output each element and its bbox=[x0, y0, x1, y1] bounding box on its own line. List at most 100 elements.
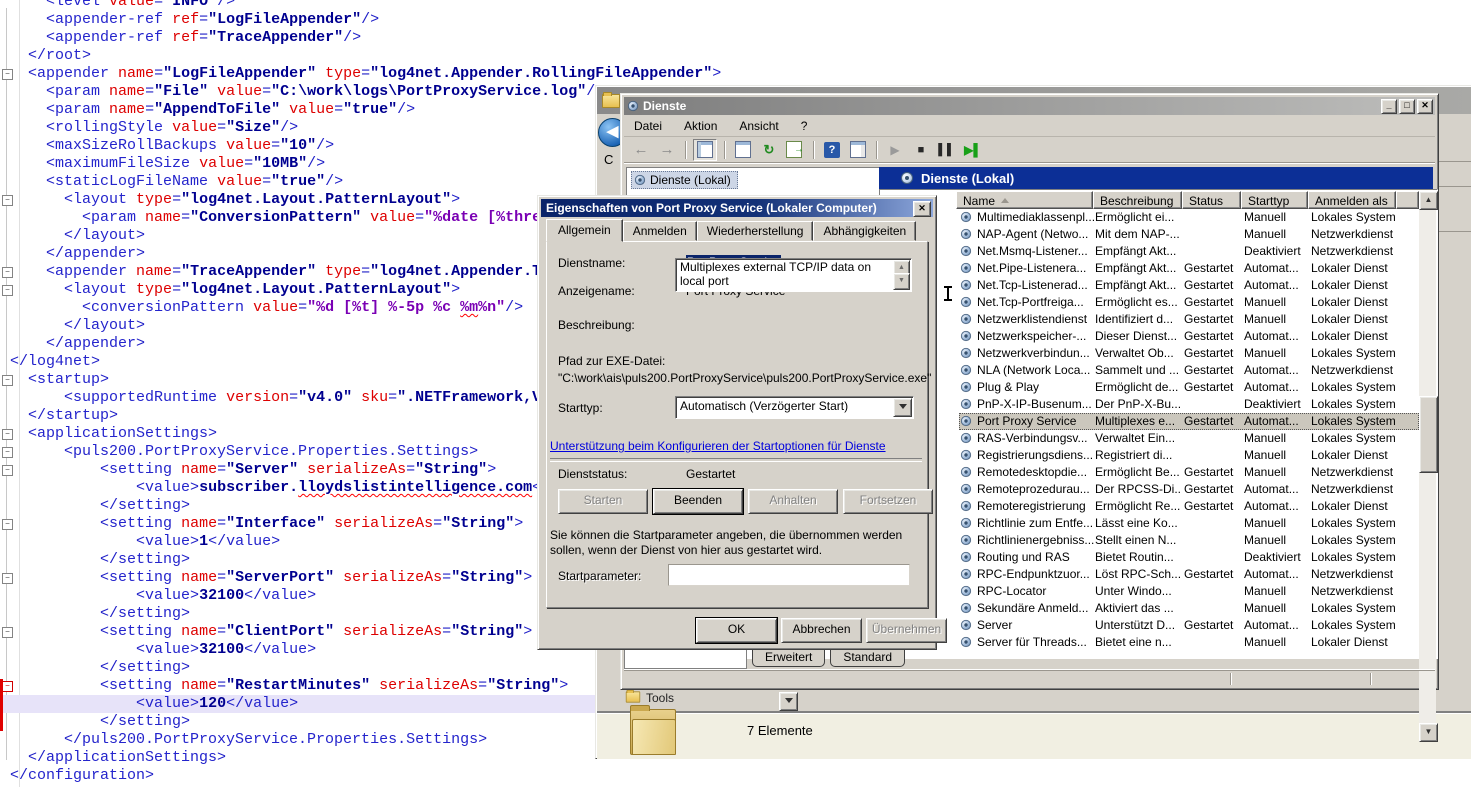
fold-toggle-icon[interactable]: − bbox=[2, 429, 13, 440]
show-console-tree-button window-tree-icon[interactable] bbox=[693, 139, 717, 161]
fold-toggle-icon[interactable]: − bbox=[2, 681, 13, 692]
cell-name: Netzwerklistendienst bbox=[977, 312, 1095, 326]
fold-toggle-icon[interactable]: − bbox=[2, 573, 13, 584]
forward-toolbar-button arrow-right-icon[interactable]: → bbox=[656, 140, 678, 160]
column-header-status[interactable]: Status bbox=[1182, 191, 1241, 209]
ok-button[interactable]: OK bbox=[696, 618, 777, 643]
pause-button[interactable]: Anhalten bbox=[748, 489, 838, 514]
column-header-anmeldenals[interactable]: Anmelden als bbox=[1308, 191, 1396, 209]
service-row[interactable]: NAP-Agent (Netwo...Mit dem NAP-...Manuel… bbox=[959, 226, 1419, 243]
dialog-tab-anmelden[interactable]: Anmelden bbox=[623, 221, 697, 241]
startparameter-input[interactable] bbox=[668, 564, 910, 586]
service-row[interactable]: Multimediaklassenpl...Ermöglicht ei...Ma… bbox=[959, 209, 1419, 226]
service-row[interactable]: ServerUnterstützt D...GestartetAutomat..… bbox=[959, 617, 1419, 634]
cell-name: Remoteregistrierung bbox=[977, 499, 1095, 513]
menu-item-ansicht[interactable]: Ansicht bbox=[739, 119, 778, 133]
desc-scroll-down chevron-down-icon[interactable]: ▼ bbox=[893, 273, 910, 290]
fold-toggle-icon[interactable]: − bbox=[2, 375, 13, 386]
help-button help-icon[interactable]: ? bbox=[821, 140, 843, 160]
service-row[interactable]: RAS-Verbindungsv...Verwaltet Ein...Manue… bbox=[959, 430, 1419, 447]
fold-toggle-icon[interactable]: − bbox=[2, 627, 13, 638]
service-row[interactable]: Registrierungsdiens...Registriert di...M… bbox=[959, 447, 1419, 464]
column-header-name[interactable]: Name bbox=[956, 191, 1093, 209]
fold-toggle-icon[interactable]: − bbox=[2, 447, 13, 458]
fold-toggle-icon[interactable]: − bbox=[2, 465, 13, 476]
restart-service-button run-icon[interactable]: ▶▌ bbox=[962, 140, 984, 160]
scroll-down-button chevron-down-icon[interactable]: ▼ bbox=[1419, 723, 1438, 742]
service-row[interactable]: Remotedesktopdie...Ermöglicht Be...Gesta… bbox=[959, 464, 1419, 481]
service-row[interactable]: Sekundäre Anmeld...Aktiviert das ...Manu… bbox=[959, 600, 1419, 617]
cell-description: Empfängt Akt... bbox=[1095, 244, 1181, 258]
service-row[interactable]: RPC-Endpunktzuor...Löst RPC-Sch...Gestar… bbox=[959, 566, 1419, 583]
service-row[interactable]: RPC-LocatorUnter Windo...ManuellNetzwerk… bbox=[959, 583, 1419, 600]
close-button[interactable]: ✕ bbox=[1417, 99, 1433, 114]
resume-button[interactable]: Fortsetzen bbox=[843, 489, 933, 514]
service-row[interactable]: Routing und RASBietet Routin...Deaktivie… bbox=[959, 549, 1419, 566]
scrollbar-thumb[interactable] bbox=[1419, 396, 1438, 473]
new-window-button window-icon[interactable] bbox=[847, 140, 869, 160]
service-row[interactable]: Net.Tcp-Portfreiga...Ermöglicht es...Ges… bbox=[959, 294, 1419, 311]
maximize-button[interactable]: □ bbox=[1399, 99, 1415, 114]
service-row[interactable]: RemoteregistrierungErmöglicht Re...Gesta… bbox=[959, 498, 1419, 515]
fold-toggle-icon[interactable]: − bbox=[2, 285, 13, 296]
pause-service-button pause-icon[interactable]: ▌▌ bbox=[936, 140, 958, 160]
service-row[interactable]: Net.Tcp-Listenerad...Empfängt Akt...Gest… bbox=[959, 277, 1419, 294]
cell-starttype: Manuell bbox=[1244, 635, 1308, 649]
column-header-starttyp[interactable]: Starttyp bbox=[1241, 191, 1308, 209]
service-row[interactable]: Plug & PlayErmöglicht de...GestartetAuto… bbox=[959, 379, 1419, 396]
cell-status: Gestartet bbox=[1184, 567, 1242, 581]
service-row[interactable]: NetzwerklistendienstIdentifiziert d...Ge… bbox=[959, 311, 1419, 328]
menu-item-aktion[interactable]: Aktion bbox=[684, 119, 717, 133]
service-row[interactable]: PnP-X-IP-Busenum...Der PnP-X-Bu...Deakti… bbox=[959, 396, 1419, 413]
service-row[interactable]: Net.Pipe-Listenera...Empfängt Akt...Gest… bbox=[959, 260, 1419, 277]
cell-logonas: Netzwerkdienst bbox=[1311, 465, 1417, 479]
back-toolbar-button arrow-left-icon[interactable]: ← bbox=[630, 140, 652, 160]
explorer-dropdown-button[interactable] bbox=[779, 692, 798, 711]
dialog-close-button close-icon[interactable]: ✕ bbox=[913, 201, 931, 217]
list-tab-standard[interactable]: Standard bbox=[830, 649, 905, 667]
dialog-tab-allgemein[interactable]: Allgemein bbox=[546, 219, 623, 242]
menu-item-datei[interactable]: Datei bbox=[634, 119, 662, 133]
refresh-button refresh-icon[interactable]: ↻ bbox=[758, 140, 780, 160]
tree-item-dienste-lokal[interactable]: Dienste (Lokal) bbox=[631, 171, 738, 189]
start-service-button play-icon[interactable]: ▶ bbox=[884, 140, 906, 160]
stop-button[interactable]: Beenden bbox=[653, 489, 743, 514]
cell-description: Löst RPC-Sch... bbox=[1095, 567, 1181, 581]
dialog-tab-wiederherstellung[interactable]: Wiederherstellung bbox=[697, 221, 814, 241]
starttype-combobox[interactable]: Automatisch (Verzögerter Start) bbox=[675, 396, 914, 419]
fold-toggle-icon[interactable]: − bbox=[2, 195, 13, 206]
service-row-selected[interactable]: Port Proxy ServiceMultiplexes e...Gestar… bbox=[959, 413, 1419, 430]
combo-dropdown-button chevron-down-icon[interactable] bbox=[893, 398, 912, 417]
service-row[interactable]: Remoteprozedurau...Der RPCSS-Di...Gestar… bbox=[959, 481, 1419, 498]
gear-icon bbox=[961, 586, 971, 596]
dialog-titlebar[interactable]: Eigenschaften von Port Proxy Service (Lo… bbox=[541, 199, 933, 217]
description-textbox[interactable]: Multiplexes external TCP/IP data on loca… bbox=[675, 258, 912, 292]
service-row[interactable]: Net.Msmq-Listener...Empfängt Akt...Deakt… bbox=[959, 243, 1419, 260]
service-row[interactable]: Richtlinie zum Entfe...Lässt eine Ko...M… bbox=[959, 515, 1419, 532]
service-row[interactable]: Netzwerkspeicher-...Dieser Dienst...Gest… bbox=[959, 328, 1419, 345]
cell-status: Gestartet bbox=[1184, 346, 1242, 360]
services-titlebar[interactable]: Dienste _ □ ✕ bbox=[624, 97, 1435, 115]
dialog-tab-abhngigkeiten[interactable]: Abhängigkeiten bbox=[813, 221, 916, 241]
fold-toggle-icon[interactable]: − bbox=[2, 267, 13, 278]
properties-button document-icon[interactable] bbox=[732, 140, 754, 160]
stop-service-button stop-icon[interactable]: ■ bbox=[910, 140, 932, 160]
start-button[interactable]: Starten bbox=[558, 489, 648, 514]
fold-toggle-icon[interactable]: − bbox=[2, 519, 13, 530]
menu-item-[interactable]: ? bbox=[801, 119, 808, 133]
service-row[interactable]: Netzwerkverbindun...Verwaltet Ob...Gesta… bbox=[959, 345, 1419, 362]
column-header-beschreibung[interactable]: Beschreibung bbox=[1093, 191, 1182, 209]
service-row[interactable]: NLA (Network Loca...Sammelt und ...Gesta… bbox=[959, 362, 1419, 379]
service-row[interactable]: Richtlinienergebniss...Stellt einen N...… bbox=[959, 532, 1419, 549]
list-tab-erweitert[interactable]: Erweitert bbox=[752, 649, 825, 667]
starttype-label: Starttyp: bbox=[558, 401, 603, 415]
scroll-up-button chevron-up-icon[interactable]: ▲ bbox=[1419, 191, 1438, 210]
fold-toggle-icon[interactable]: − bbox=[2, 69, 13, 80]
code-line: </root> bbox=[0, 47, 1471, 65]
export-list-button export-icon[interactable]: → bbox=[784, 140, 806, 160]
startup-options-link[interactable]: Unterstützung beim Konfigurieren der Sta… bbox=[550, 439, 886, 453]
apply-button[interactable]: Übernehmen bbox=[866, 618, 947, 643]
cancel-button[interactable]: Abbrechen bbox=[781, 618, 862, 643]
minimize-button[interactable]: _ bbox=[1381, 99, 1397, 114]
code-line: <appender name="LogFileAppender" type="l… bbox=[0, 65, 1471, 83]
